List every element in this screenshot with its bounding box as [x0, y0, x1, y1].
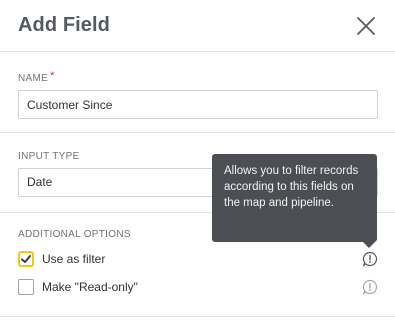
option-use-as-filter: Use as filter	[18, 251, 378, 269]
tooltip-text: Allows you to filter records according t…	[224, 165, 359, 209]
panel-title: Add Field	[18, 14, 111, 36]
additional-options-label: ADDITIONAL OPTIONS	[18, 229, 131, 240]
name-field[interactable]	[18, 90, 378, 119]
info-icon[interactable]	[362, 279, 378, 296]
use-as-filter-checkbox[interactable]	[18, 251, 34, 267]
add-field-panel: Add Field NAME* INPUT TYPE Date ADDITION…	[0, 0, 395, 325]
make-read-only-checkbox[interactable]	[18, 279, 34, 295]
tooltip-arrow	[363, 242, 375, 248]
section-divider	[0, 132, 395, 133]
name-section-label: NAME *	[18, 70, 55, 84]
input-type-selected-value: Date	[27, 175, 53, 189]
name-input[interactable]	[27, 91, 369, 118]
info-icon[interactable]	[362, 251, 378, 268]
section-divider	[0, 316, 395, 317]
close-button[interactable]	[354, 14, 378, 38]
make-read-only-label[interactable]: Make "Read-only"	[42, 280, 138, 294]
use-as-filter-label[interactable]: Use as filter	[42, 252, 105, 266]
checkmark-icon	[21, 255, 31, 263]
panel-header: Add Field	[0, 0, 395, 52]
name-label-text: NAME	[18, 73, 49, 84]
input-type-section-label: INPUT TYPE	[18, 151, 80, 162]
option-make-read-only: Make "Read-only"	[18, 279, 378, 297]
filter-tooltip: Allows you to filter records according t…	[212, 154, 377, 248]
required-marker: *	[50, 70, 55, 82]
close-icon	[357, 17, 375, 35]
